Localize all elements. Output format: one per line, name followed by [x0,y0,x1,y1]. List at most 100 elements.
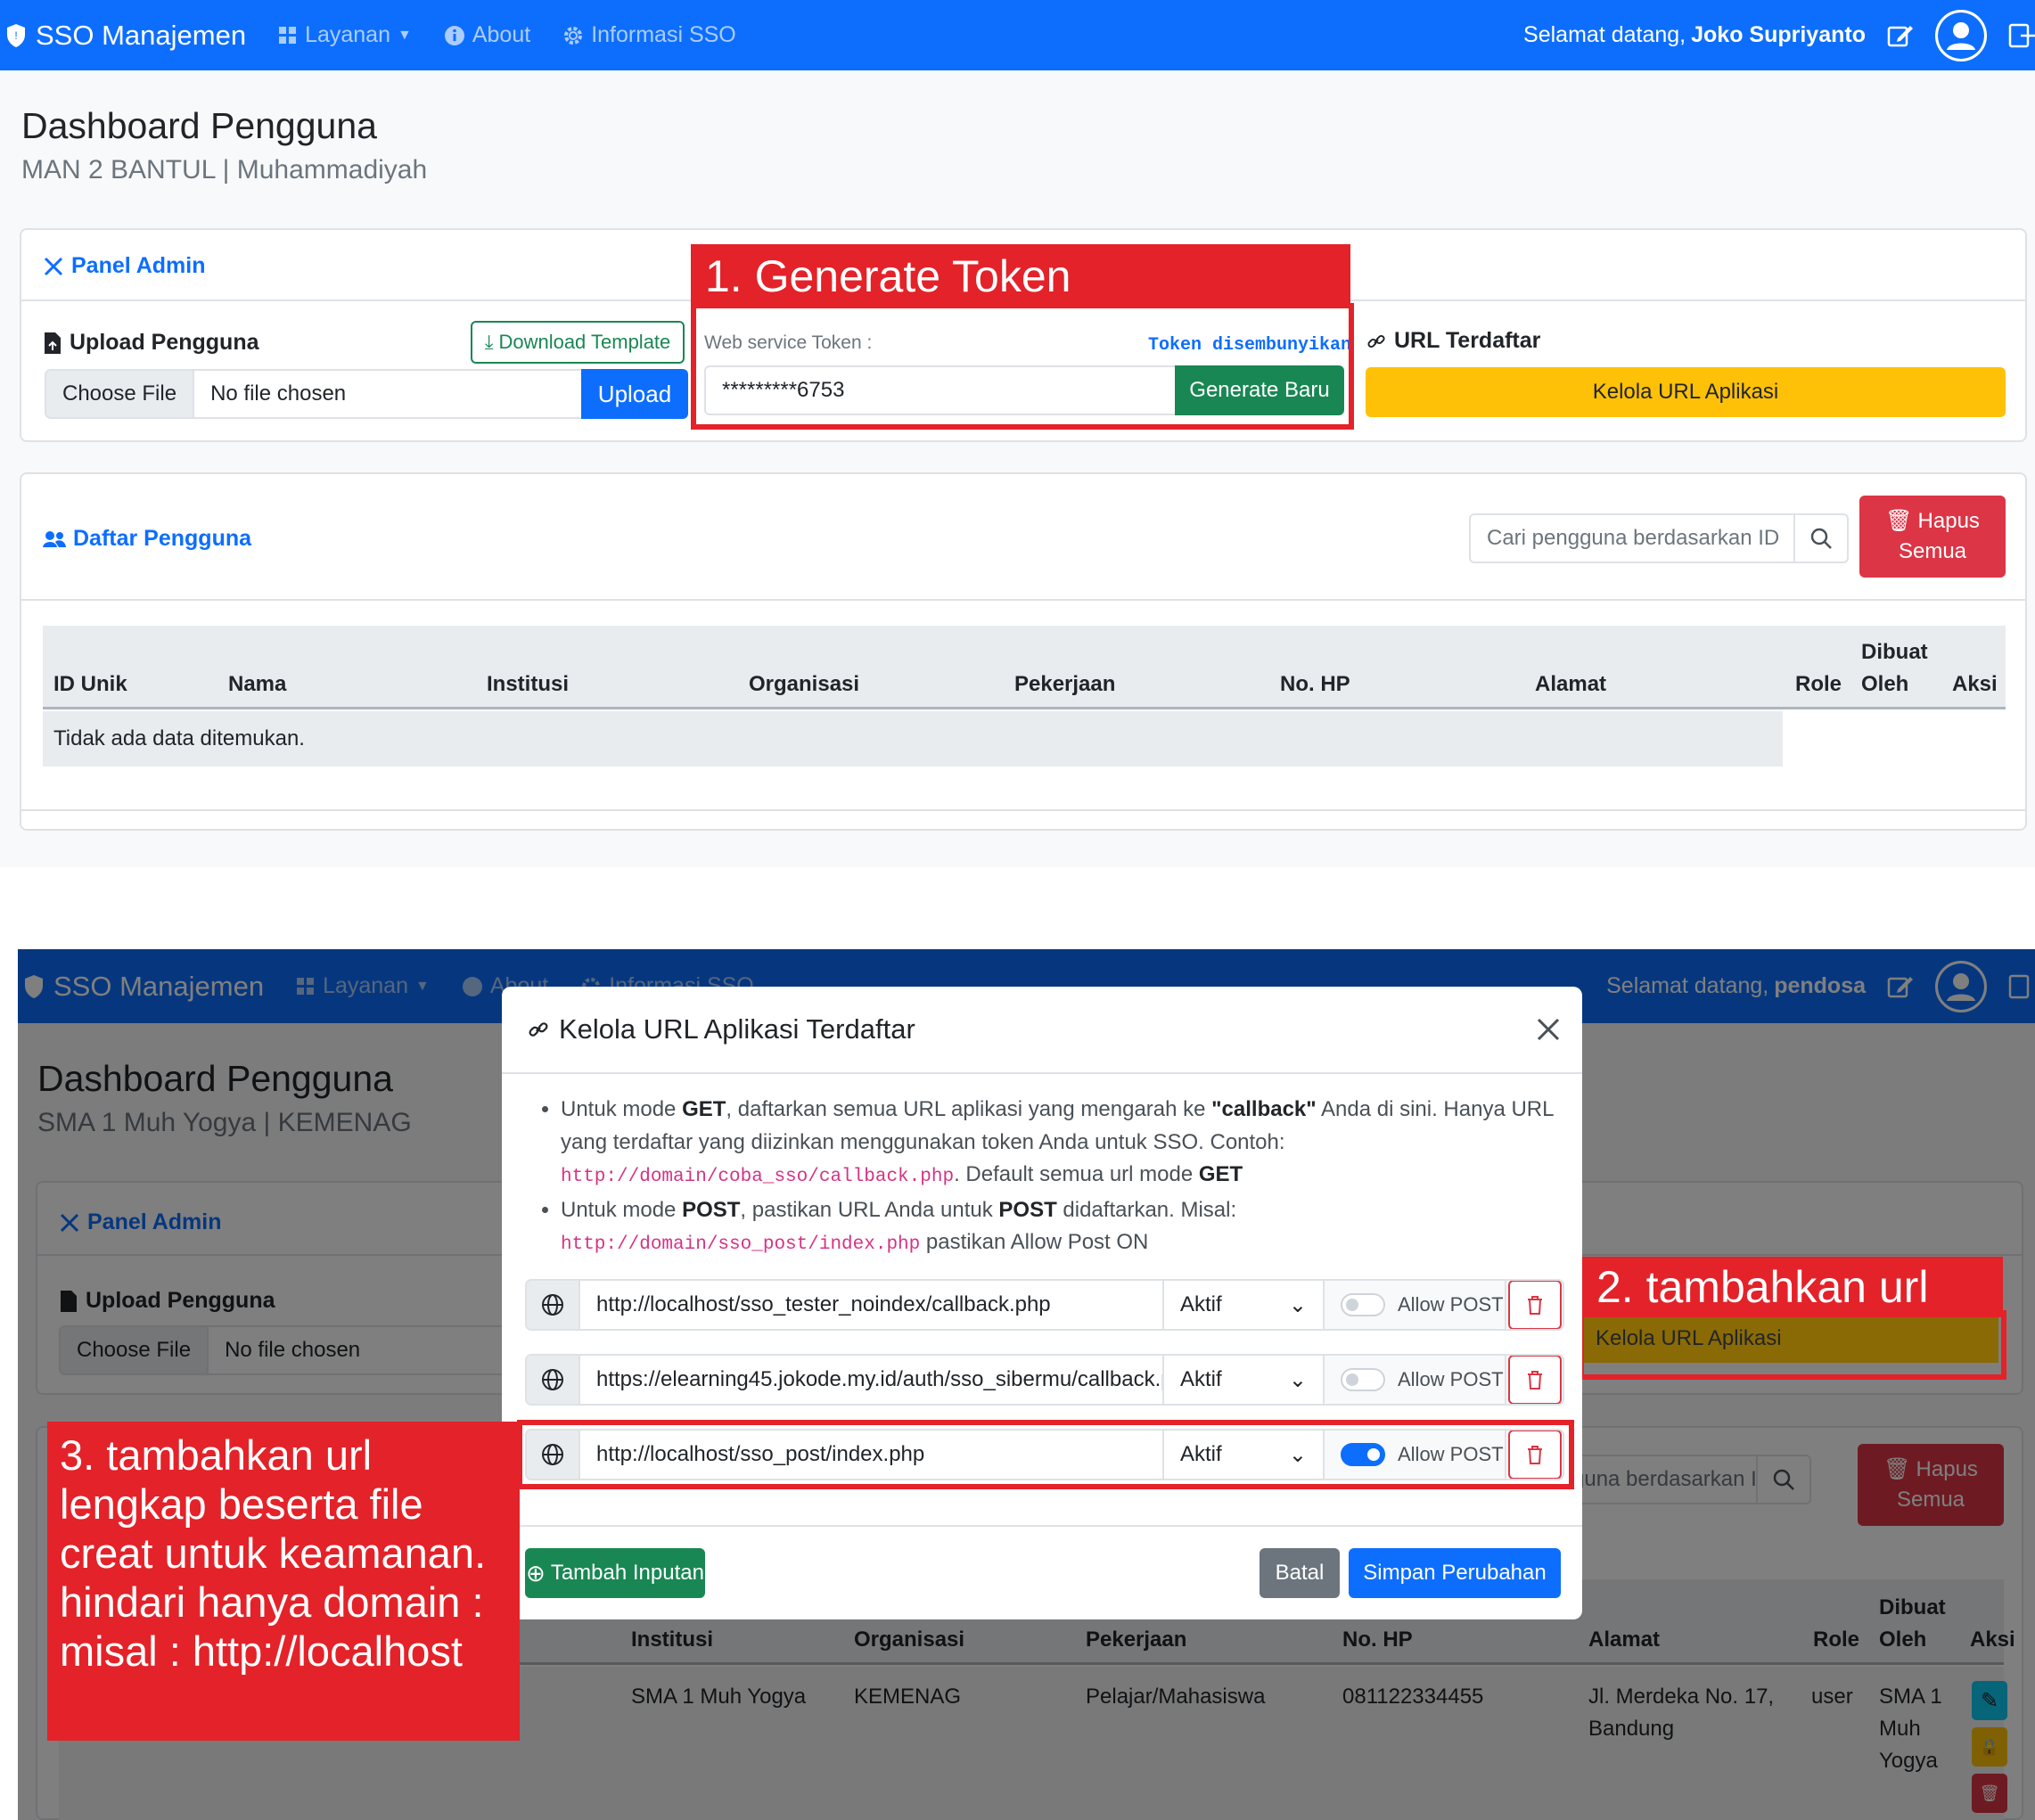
brand-label: SSO Manajemen [36,19,247,51]
tambah-inputan-button[interactable]: ⊕ Tambah Inputan [525,1548,705,1598]
delete-url-button[interactable] [1506,1356,1563,1404]
panel-admin-label: Panel Admin [71,253,206,278]
url-input[interactable]: https://elearning45.jokode.my.id/auth/ss… [580,1356,1164,1404]
modal-info-list: Untuk mode GET , daftarkan semua URL apli… [532,1094,1557,1262]
annotation-3-line: creat untuk keamanan. [60,1529,487,1577]
annotation-3-line: lengkap beserta file [60,1480,423,1528]
download-template-button[interactable]: ⤓ Download Template [471,321,685,364]
info-bold: POST [682,1197,741,1222]
url-terdaftar-label: URL Terdaftar [1394,328,1541,353]
col-aksi: Aksi [1952,672,1998,696]
url-row: https://elearning45.jokode.my.id/auth/ss… [525,1354,1564,1406]
divider [502,1525,1582,1527]
chevron-down-icon: ⌄ [1288,1367,1307,1392]
info-text: . Default semua url mode [954,1162,1199,1186]
info-text: , pastikan URL Anda untuk [740,1197,999,1222]
empty-row: Tidak ada data ditemukan. [43,711,1783,767]
col-institusi: Institusi [487,672,570,696]
empty-text: Tidak ada data ditemukan. [53,726,305,750]
choose-file-button[interactable]: Choose File [46,371,195,417]
user-search-input[interactable]: Cari pengguna berdasarkan ID [1469,513,1795,563]
link-icon [529,1022,548,1037]
status-select[interactable]: Aktif ⌄ [1164,1281,1325,1329]
top-screenshot: ! SSO Manajemen Layanan ▼ About Informas… [0,0,2035,867]
upload-button[interactable]: Upload [581,369,688,419]
status-select[interactable]: Aktif ⌄ [1164,1356,1325,1404]
user-area: Selamat datang, Joko Supriyanto [1523,0,2035,70]
nav-about-label: About [472,22,531,47]
annotation-3-line: hindari hanya domain : [60,1578,484,1626]
user-name: Joko Supriyanto [1691,22,1866,47]
nav-informasi-sso-label: Informasi SSO [591,22,736,47]
url-input[interactable]: http://localhost/sso_tester_noindex/call… [580,1281,1164,1329]
trash-icon: 🗑 [1885,509,1913,533]
annotation-1: 1. Generate Token [691,244,1350,308]
delete-all-button[interactable]: 🗑 Hapus Semua [1859,496,2006,578]
batal-button[interactable]: Batal [1260,1548,1340,1598]
annotation-3-line: 3. tambahkan url [60,1431,373,1479]
nav-informasi-sso[interactable]: Informasi SSO [562,22,736,48]
logout-icon[interactable] [2008,22,2035,49]
simpan-perubahan-button[interactable]: Simpan Perubahan [1349,1548,1561,1598]
edit-profile-icon[interactable] [1887,22,1914,49]
download-template-label: Download Template [498,331,671,353]
toggle-switch[interactable] [1341,1368,1385,1391]
url-row: http://localhost/sso_tester_noindex/call… [525,1279,1564,1331]
user-avatar-icon [1938,12,1984,59]
info-post: Untuk mode POST, pastikan URL Anda untuk… [561,1194,1557,1262]
annotation-2: 2. tambahkan url [1582,1257,2003,1317]
svg-text:!: ! [14,29,17,42]
col-id-unik: ID Unik [53,672,127,696]
nav-layanan[interactable]: Layanan ▼ [278,22,412,48]
users-icon [43,530,66,547]
search-icon [1810,528,1832,549]
divider [21,599,2025,601]
user-search-placeholder: Cari pengguna berdasarkan ID [1487,526,1780,550]
col-dibuat: Dibuat [1861,640,1928,664]
nav-about[interactable]: About [444,22,530,48]
page-title: Dashboard Pengguna [21,105,377,146]
annotation-1-box [691,303,1354,430]
info-text: Untuk mode [561,1097,683,1121]
upload-title-label: Upload Pengguna [70,330,259,355]
col-oleh: Oleh [1861,672,1909,696]
trash-icon [1527,1371,1542,1390]
col-nama: Nama [228,672,287,696]
brand[interactable]: ! SSO Manajemen [5,20,246,52]
plus-circle-icon: ⊕ [526,1559,546,1586]
annotation-3-row-box [517,1420,1574,1489]
upload-title: Upload Pengguna [45,330,259,356]
search-button[interactable] [1793,513,1849,563]
modal-title-label: Kelola URL Aplikasi Terdaftar [559,1013,915,1045]
tools-icon [44,257,63,275]
avatar[interactable] [1935,9,1987,61]
info-icon [444,25,464,45]
chevron-down-icon: ⌄ [1288,1292,1307,1317]
link-icon [1367,334,1385,348]
col-pekerjaan: Pekerjaan [1014,672,1116,696]
allow-post-toggle[interactable]: Allow POST [1325,1281,1506,1329]
info-code: http://domain/coba_sso/callback.php [561,1167,955,1187]
users-card: Daftar Pengguna Cari pengguna berdasarka… [20,472,2027,831]
download-icon: ⤓ [484,331,494,353]
col-alamat: Alamat [1535,672,1607,696]
page-subtitle: MAN 2 BANTUL | Muhammadiyah [21,155,428,184]
delete-all-label-1: Hapus [1917,509,1980,533]
divider [21,809,2025,811]
shield-icon: ! [7,23,25,47]
kelola-url-button[interactable]: Kelola URL Aplikasi [1366,367,2006,417]
info-text: pastikan Allow Post ON [920,1230,1149,1254]
url-terdaftar-title: URL Terdaftar [1367,328,1540,354]
users-title-label: Daftar Pengguna [73,526,252,551]
info-text: didaftarkan. Misal: [1056,1197,1237,1222]
delete-url-button[interactable] [1506,1281,1563,1329]
toggle-switch[interactable] [1341,1293,1385,1316]
info-text: Untuk mode [561,1197,683,1222]
info-text: , daftarkan semua URL aplikasi yang meng… [726,1097,1212,1121]
users-title: Daftar Pengguna [43,526,251,552]
info-bold: GET [1198,1162,1243,1186]
info-bold: "callback" [1211,1097,1317,1121]
close-icon[interactable] [1536,1017,1561,1042]
allow-post-toggle[interactable]: Allow POST [1325,1356,1506,1404]
annotation-3-line: misal : http://localhost [60,1627,463,1675]
